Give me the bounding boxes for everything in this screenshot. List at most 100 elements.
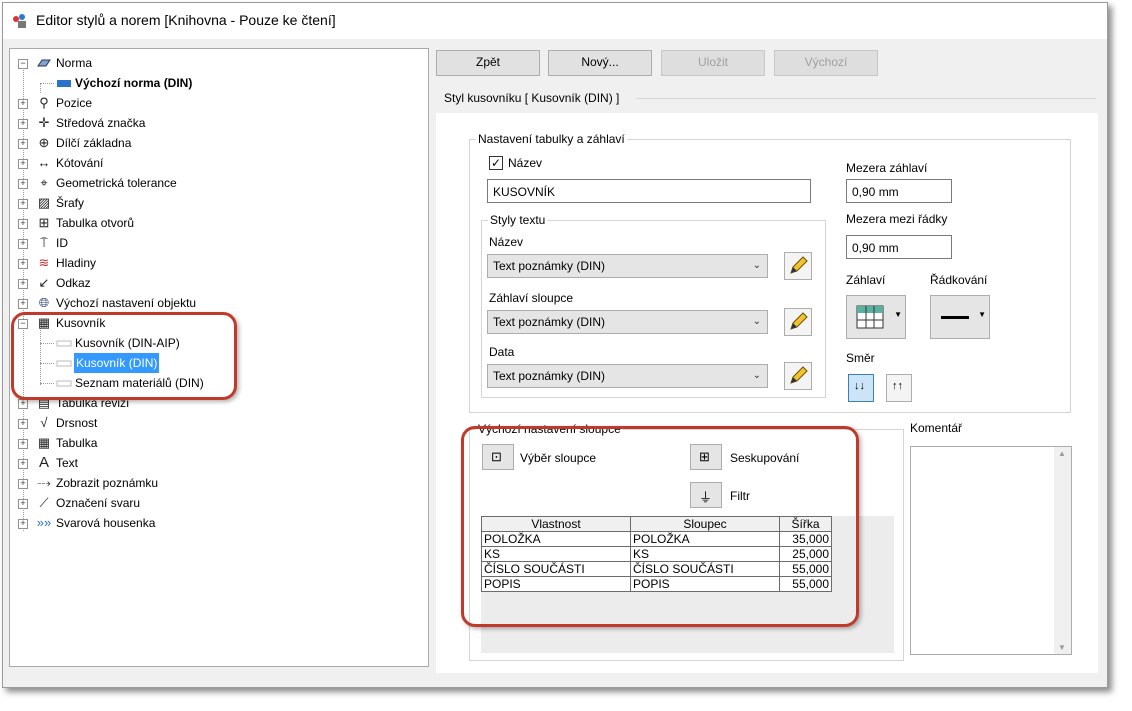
table-row[interactable]: POLOŽKA POLOŽKA 35,000 — [481, 531, 832, 547]
layers-icon: ≋ — [38, 255, 50, 270]
standard-icon — [57, 80, 71, 87]
feature-control-frame-icon: ⌖ — [40, 175, 48, 190]
column-chooser-button[interactable]: ⊡ — [482, 444, 514, 470]
default-button[interactable]: Výchozí — [774, 50, 878, 76]
heading-label: Záhlaví — [846, 273, 886, 287]
table-cell: KS — [481, 546, 631, 562]
tree-label: Tabulka revizí — [56, 396, 130, 410]
title-input[interactable]: KUSOVNÍK — [487, 179, 811, 203]
save-button[interactable]: Uložit — [661, 50, 765, 76]
filter-button[interactable]: ⏚ — [690, 482, 722, 508]
tree-label: Drsnost — [56, 416, 98, 430]
grouping-button[interactable]: ⊞ — [690, 444, 722, 470]
column-header-text-style-select[interactable]: Text poznámky (DIN) ⌄ — [487, 310, 768, 334]
edit-data-style-button[interactable] — [784, 362, 812, 390]
direction-up-button[interactable]: ↑↑ — [886, 374, 912, 402]
tree-label: Seznam materiálů (DIN) — [75, 376, 204, 390]
group-title: Nastavení tabulky a záhlaví — [476, 132, 627, 146]
new-button[interactable]: Nový... — [548, 50, 652, 76]
pencil-icon — [790, 312, 808, 330]
column-header[interactable]: Vlastnost — [481, 516, 631, 532]
title-bar: Editor stylů a norem [Knihovna - Pouze k… — [3, 3, 1107, 39]
scrollbar[interactable]: ▲ ▼ — [1054, 447, 1071, 654]
tree-item-default-standard[interactable]: Výchozí norma (DIN) — [10, 73, 410, 93]
tree-item-text[interactable]: + A Text — [10, 453, 410, 473]
scroll-up-icon[interactable]: ▲ — [1058, 449, 1066, 458]
heading-position-button[interactable]: ▼ — [846, 295, 906, 339]
comment-textarea[interactable]: ▲ ▼ — [910, 446, 1072, 655]
data-text-style-select[interactable]: Text poznámky (DIN) ⌄ — [487, 364, 768, 388]
filter-icon: ⏚ — [699, 490, 713, 505]
line-spacing-button[interactable]: ▼ — [930, 295, 990, 339]
tree-item-center-mark[interactable]: + ✛ Středová značka — [10, 113, 410, 133]
table-grid-icon — [856, 305, 884, 329]
tree-item-layers[interactable]: + ≋ Hladiny — [10, 253, 410, 273]
tree-item-table[interactable]: + ▦ Tabulka — [10, 433, 410, 453]
table-header-row: Vlastnost Sloupec Šířka — [481, 516, 832, 532]
chevron-down-icon: ⌄ — [752, 370, 761, 381]
heading-gap-input[interactable]: 0,90 mm — [846, 179, 952, 203]
tree-item-pozice[interactable]: + ⚲ Pozice — [10, 93, 410, 113]
table-cell: POLOŽKA — [630, 531, 780, 547]
table-cell: POPIS — [630, 576, 780, 592]
select-value: Text poznámky (DIN) — [493, 315, 606, 329]
hole-table-icon: ⊞ — [38, 215, 50, 230]
tree-item-hole-table[interactable]: + ⊞ Tabulka otvorů — [10, 213, 410, 233]
column-header[interactable]: Šířka — [779, 516, 832, 532]
text-style-title-label: Název — [489, 235, 524, 249]
dimension-icon: ↔ — [37, 155, 51, 170]
tree-item-surface[interactable]: + √ Drsnost — [10, 413, 410, 433]
tree-item-revision-table[interactable]: + ▤ Tabulka revizí — [10, 393, 410, 413]
select-value: Text poznámky (DIN) — [493, 369, 606, 383]
table-row[interactable]: KS KS 25,000 — [481, 546, 832, 562]
tree-item-bom-din[interactable]: Seznam materiálů (DIN) — [10, 373, 410, 393]
scroll-down-icon[interactable]: ▼ — [1058, 643, 1066, 652]
tree-item-datum[interactable]: + ⊕ Dílčí základna — [10, 133, 410, 153]
tree-item-parts-list[interactable]: − ▦ Kusovník — [10, 313, 410, 333]
line-weight-icon — [941, 316, 969, 319]
comment-label: Komentář — [910, 421, 963, 435]
title-text-style-select[interactable]: Text poznámky (DIN) ⌄ — [487, 254, 768, 278]
tree-item-norma[interactable]: − Norma — [10, 53, 410, 73]
table-cell: 25,000 — [779, 546, 832, 562]
column-chooser-label: Výběr sloupce — [520, 451, 597, 465]
tree-item-parts-list-din-aip[interactable]: Kusovník (DIN-AIP) — [10, 333, 410, 353]
line-spacing-label: Mezera mezi řádky — [846, 212, 948, 226]
pencil-icon — [790, 256, 808, 274]
tree-item-view-annotation[interactable]: + ⤏ Zobrazit poznámku — [10, 473, 410, 493]
back-button[interactable]: Zpět — [436, 50, 540, 76]
dropdown-arrow-icon: ▼ — [978, 310, 986, 319]
tree-item-hatch[interactable]: + ▨ Šrafy — [10, 193, 410, 213]
group-title: Styly textu — [488, 213, 548, 227]
table-cell: ČÍSLO SOUČÁSTI — [630, 561, 780, 577]
object-defaults-icon: 🌐︎ — [38, 295, 50, 310]
edit-title-style-button[interactable] — [784, 252, 812, 280]
table-row[interactable]: ČÍSLO SOUČÁSTI ČÍSLO SOUČÁSTI 55,000 — [481, 561, 832, 577]
tree-item-weld-symbol[interactable]: + ⟋ Označení svaru — [10, 493, 410, 513]
tree-label: Označení svaru — [56, 496, 141, 510]
tree-item-leader[interactable]: + ↙ Odkaz — [10, 273, 410, 293]
tree-item-weld-bead[interactable]: + »» Svarová housenka — [10, 513, 410, 533]
style-properties-panel: Nastavení tabulky a záhlaví ✓ Název KUSO… — [436, 113, 1098, 673]
tree-item-id[interactable]: + ⍑ ID — [10, 233, 410, 253]
text-style-column-header-label: Záhlaví sloupce — [489, 291, 574, 305]
leader-icon: ↙ — [38, 275, 50, 290]
title-checkbox[interactable]: ✓ — [489, 156, 503, 170]
column-header[interactable]: Sloupec — [630, 516, 780, 532]
tree-item-object-defaults[interactable]: + 🌐︎ Výchozí nastavení objektu — [10, 293, 410, 313]
tree-item-gtol[interactable]: + ⌖ Geometrická tolerance — [10, 173, 410, 193]
direction-down-button[interactable]: ↓↓ — [848, 374, 874, 402]
column-table[interactable]: Vlastnost Sloupec Šířka POLOŽKA POLOŽKA … — [481, 516, 832, 592]
table-cell: 55,000 — [779, 576, 832, 592]
tree-item-parts-list-din[interactable]: Kusovník (DIN) — [10, 353, 410, 373]
chevron-down-icon: ⌄ — [752, 260, 761, 271]
style-tree[interactable]: − Norma Výchozí norma (DIN) + ⚲ Pozice +… — [9, 48, 429, 667]
line-spacing-input[interactable]: 0,90 mm — [846, 235, 952, 259]
sort-down-icon: ↓↓ — [854, 380, 865, 392]
edit-column-header-style-button[interactable] — [784, 308, 812, 336]
table-row[interactable]: POPIS POPIS 55,000 — [481, 576, 832, 592]
grouping-icon: ⊞ — [699, 449, 710, 464]
sort-up-icon: ↑↑ — [892, 380, 903, 392]
tree-item-dimension[interactable]: + ↔ Kótování — [10, 153, 410, 173]
weld-symbol-icon: ⟋ — [39, 495, 49, 510]
